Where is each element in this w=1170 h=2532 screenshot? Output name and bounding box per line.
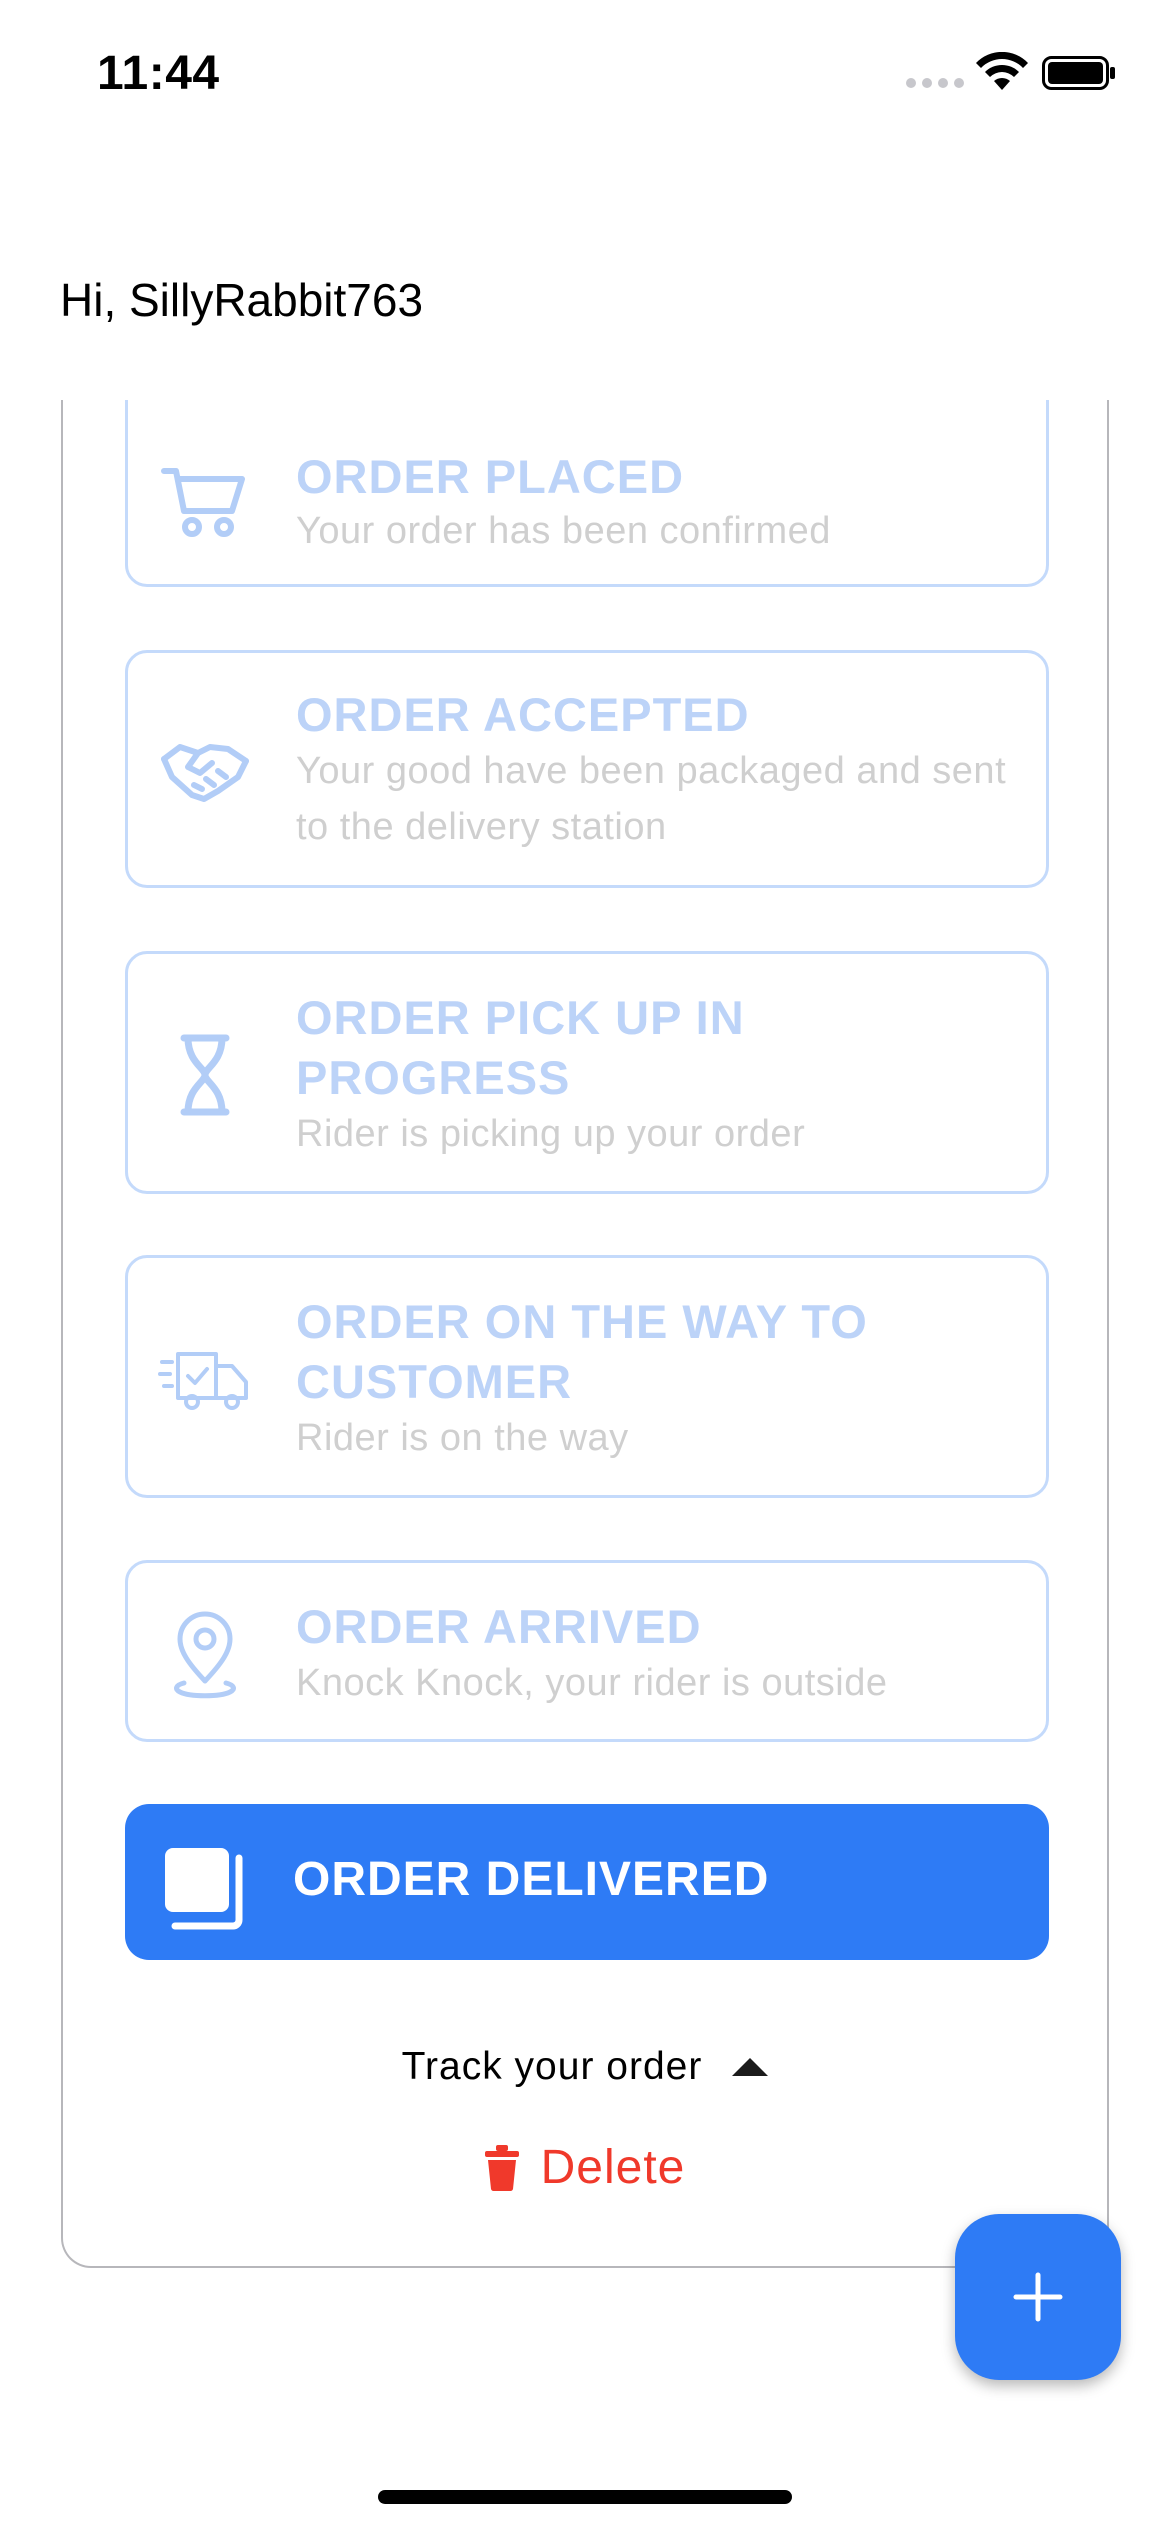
order-tracking-card: ORDER PLACED Your order has been confirm… (61, 400, 1109, 2268)
track-order-toggle[interactable]: Track your order (63, 2045, 1107, 2089)
cellular-signal-icon (906, 78, 964, 88)
home-indicator[interactable] (378, 2490, 792, 2504)
hourglass-icon (158, 1028, 252, 1122)
step-order-arrived: ORDER ARRIVED Knock Knock, your rider is… (125, 1560, 1049, 1742)
step-order-on-the-way: ORDER ON THE WAY TO CUSTOMER Rider is on… (125, 1255, 1049, 1498)
track-order-label: Track your order (401, 2045, 703, 2088)
status-time: 11:44 (97, 47, 220, 100)
location-pin-icon (158, 1607, 252, 1701)
step-subtitle: Rider is on the way (296, 1417, 629, 1459)
delete-button[interactable]: Delete (63, 2140, 1107, 2195)
plus-icon (1013, 2272, 1063, 2322)
step-order-delivered: ORDER DELIVERED (125, 1804, 1049, 1960)
step-subtitle: Your good have been packaged and sent to… (296, 750, 1007, 848)
step-order-pick-up: ORDER PICK UP IN PROGRESS Rider is picki… (125, 951, 1049, 1194)
step-subtitle: Your order has been confirmed (296, 510, 831, 552)
step-title: ORDER PICK UP IN PROGRESS (296, 991, 745, 1104)
step-title: ORDER PLACED (296, 450, 685, 503)
step-subtitle: Rider is picking up your order (296, 1113, 806, 1155)
delete-label: Delete (540, 2141, 686, 2194)
step-title: ORDER ON THE WAY TO CUSTOMER (296, 1295, 868, 1408)
trash-icon (484, 2144, 519, 2191)
step-order-placed: ORDER PLACED Your order has been confirm… (125, 400, 1049, 587)
wifi-icon (976, 52, 1028, 90)
cart-icon (158, 453, 252, 547)
handshake-icon (158, 725, 252, 819)
step-title: ORDER ARRIVED (296, 1600, 702, 1653)
battery-icon (1042, 56, 1115, 90)
step-subtitle: Knock Knock, your rider is outside (296, 1662, 888, 1704)
step-title: ORDER DELIVERED (293, 1853, 770, 1906)
caret-up-icon (732, 2058, 769, 2076)
status-bar: 11:44 (0, 0, 1170, 150)
step-title: ORDER ACCEPTED (296, 688, 750, 741)
step-order-accepted: ORDER ACCEPTED Your good have been packa… (125, 650, 1049, 888)
add-button[interactable] (955, 2214, 1121, 2380)
greeting: Hi, SillyRabbit763 (60, 274, 424, 326)
delivery-truck-icon (158, 1332, 252, 1426)
package-icon (165, 1848, 243, 1930)
